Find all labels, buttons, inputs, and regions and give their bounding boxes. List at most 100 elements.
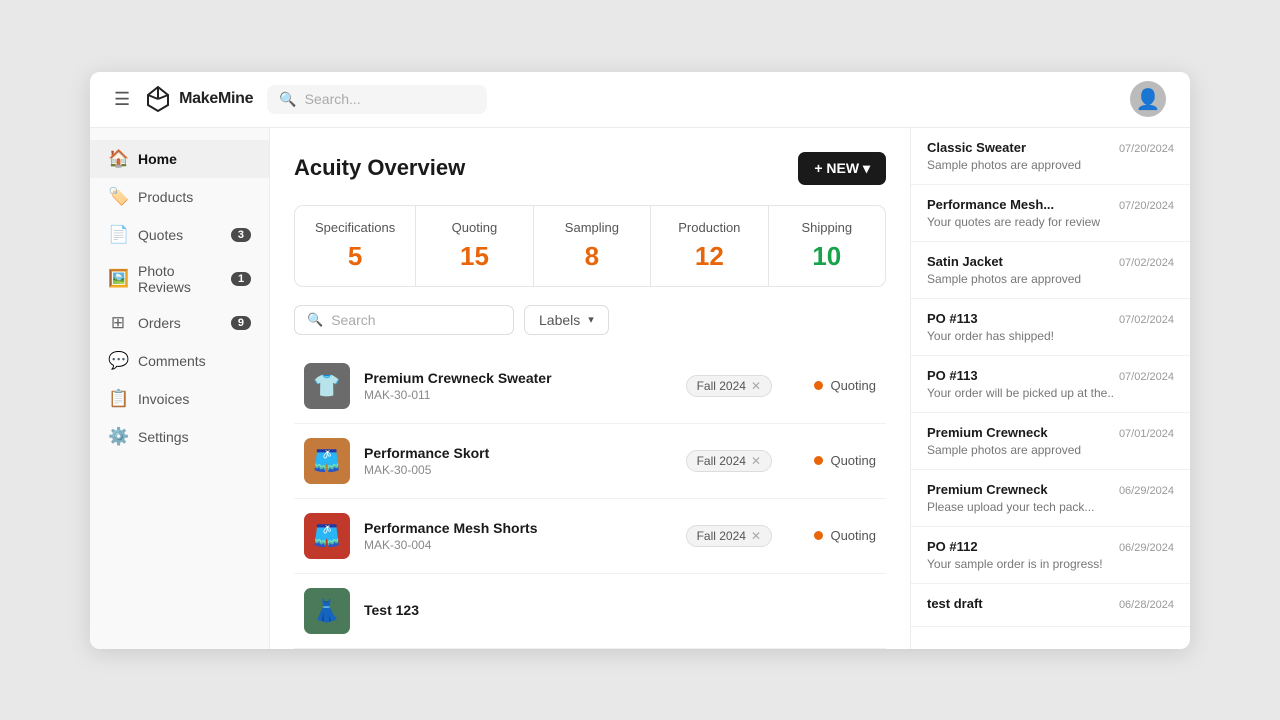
- global-search-bar[interactable]: 🔍: [267, 85, 487, 114]
- notification-header: Performance Mesh... 07/20/2024: [927, 197, 1174, 212]
- labels-filter[interactable]: Labels ▾: [524, 305, 609, 335]
- new-button[interactable]: + NEW ▾: [798, 152, 886, 185]
- status-dot: [814, 456, 823, 465]
- notification-title: Premium Crewneck: [927, 425, 1048, 440]
- sidebar-item-settings[interactable]: ⚙️ Settings: [90, 418, 269, 456]
- notification-title: Satin Jacket: [927, 254, 1003, 269]
- product-sku: MAK-30-004: [364, 538, 672, 552]
- stat-card-quoting[interactable]: Quoting 15: [416, 206, 533, 286]
- stat-card-production[interactable]: Production 12: [651, 206, 768, 286]
- sidebar-item-label: Products: [138, 189, 193, 205]
- home-icon: 🏠: [108, 149, 128, 169]
- status-dot: [814, 381, 823, 390]
- labels-filter-label: Labels: [539, 312, 580, 328]
- notification-header: Classic Sweater 07/20/2024: [927, 140, 1174, 155]
- avatar[interactable]: 👤: [1130, 81, 1166, 117]
- product-status: Quoting: [786, 378, 876, 393]
- invoices-icon: 📋: [108, 389, 128, 409]
- status-dot: [814, 531, 823, 540]
- stat-value: 12: [671, 241, 747, 272]
- list-item[interactable]: Premium Crewneck 07/01/2024 Sample photo…: [911, 413, 1190, 470]
- sidebar-item-products[interactable]: 🏷️ Products: [90, 178, 269, 216]
- product-name: Premium Crewneck Sweater: [364, 370, 672, 386]
- table-row[interactable]: 🩳 Performance Mesh Shorts MAK-30-004 Fal…: [294, 499, 886, 574]
- sidebar-badge-orders: 9: [231, 316, 251, 330]
- sidebar-item-label: Photo Reviews: [138, 263, 221, 295]
- product-info: Performance Skort MAK-30-005: [364, 445, 672, 477]
- notification-desc: Your quotes are ready for review: [927, 215, 1174, 229]
- sidebar-item-home[interactable]: 🏠 Home: [90, 140, 269, 178]
- table-row[interactable]: 🩳 Performance Skort MAK-30-005 Fall 2024…: [294, 424, 886, 499]
- notification-desc: Your order has shipped!: [927, 329, 1174, 343]
- table-row[interactable]: 👗 Test 123: [294, 574, 886, 649]
- notification-desc: Your sample order is in progress!: [927, 557, 1174, 571]
- tag-remove-icon[interactable]: ✕: [751, 454, 761, 468]
- notification-title: Premium Crewneck: [927, 482, 1048, 497]
- product-search-input[interactable]: [331, 312, 501, 328]
- product-tag[interactable]: Fall 2024 ✕: [686, 450, 772, 472]
- sidebar-item-quotes[interactable]: 📄 Quotes 3: [90, 216, 269, 254]
- notification-desc: Sample photos are approved: [927, 272, 1174, 286]
- settings-icon: ⚙️: [108, 427, 128, 447]
- sidebar-item-invoices[interactable]: 📋 Invoices: [90, 380, 269, 418]
- search-filter-icon: 🔍: [307, 312, 323, 328]
- notification-date: 07/02/2024: [1119, 257, 1174, 269]
- list-item[interactable]: Satin Jacket 07/02/2024 Sample photos ar…: [911, 242, 1190, 299]
- app-window: ☰ MakeMine 🔍 👤 🏠 Home: [90, 72, 1190, 649]
- sidebar-badge-quotes: 3: [231, 228, 251, 242]
- table-row[interactable]: 👕 Premium Crewneck Sweater MAK-30-011 Fa…: [294, 349, 886, 424]
- notification-title: PO #113: [927, 368, 978, 383]
- content-area: Acuity Overview + NEW ▾ Specifications 5…: [270, 128, 1190, 649]
- list-item[interactable]: test draft 06/28/2024: [911, 584, 1190, 627]
- sidebar-badge-photo-reviews: 1: [231, 272, 251, 286]
- list-item[interactable]: PO #113 07/02/2024 Your order has shippe…: [911, 299, 1190, 356]
- brand-name: MakeMine: [179, 90, 253, 108]
- notification-desc: Your order will be picked up at the..: [927, 386, 1174, 400]
- orders-icon: ⊞: [108, 313, 128, 333]
- notification-date: 07/01/2024: [1119, 428, 1174, 440]
- photo-reviews-icon: 🖼️: [108, 269, 128, 289]
- topbar: ☰ MakeMine 🔍 👤: [90, 72, 1190, 128]
- main-content: Acuity Overview + NEW ▾ Specifications 5…: [270, 128, 910, 649]
- notification-desc: Please upload your tech pack...: [927, 500, 1174, 514]
- product-tag[interactable]: Fall 2024 ✕: [686, 525, 772, 547]
- stat-card-shipping[interactable]: Shipping 10: [769, 206, 885, 286]
- notification-date: 07/02/2024: [1119, 314, 1174, 326]
- list-item[interactable]: Performance Mesh... 07/20/2024 Your quot…: [911, 185, 1190, 242]
- filters-row: 🔍 Labels ▾: [294, 305, 886, 335]
- comments-icon: 💬: [108, 351, 128, 371]
- stat-card-specifications[interactable]: Specifications 5: [295, 206, 416, 286]
- product-name: Test 123: [364, 602, 668, 618]
- topbar-left: ☰ MakeMine 🔍: [114, 85, 1130, 114]
- notification-title: test draft: [927, 596, 983, 611]
- brand: MakeMine: [144, 85, 253, 113]
- sidebar-item-comments[interactable]: 💬 Comments: [90, 342, 269, 380]
- tag-remove-icon[interactable]: ✕: [751, 529, 761, 543]
- notification-title: PO #112: [927, 539, 978, 554]
- sidebar-item-label: Quotes: [138, 227, 183, 243]
- hamburger-icon[interactable]: ☰: [114, 89, 130, 110]
- product-tag[interactable]: Fall 2024 ✕: [686, 375, 772, 397]
- stat-value: 8: [554, 241, 630, 272]
- list-item[interactable]: Premium Crewneck 06/29/2024 Please uploa…: [911, 470, 1190, 527]
- product-thumbnail: 👕: [304, 363, 350, 409]
- sidebar-item-label: Comments: [138, 353, 206, 369]
- list-item[interactable]: Classic Sweater 07/20/2024 Sample photos…: [911, 128, 1190, 185]
- list-item[interactable]: PO #113 07/02/2024 Your order will be pi…: [911, 356, 1190, 413]
- notification-title: Performance Mesh...: [927, 197, 1054, 212]
- sidebar-item-orders[interactable]: ⊞ Orders 9: [90, 304, 269, 342]
- product-search-bar[interactable]: 🔍: [294, 305, 514, 335]
- sidebar-item-label: Invoices: [138, 391, 189, 407]
- global-search-input[interactable]: [305, 91, 476, 107]
- list-item[interactable]: PO #112 06/29/2024 Your sample order is …: [911, 527, 1190, 584]
- product-thumbnail: 👗: [304, 588, 350, 634]
- product-name: Performance Skort: [364, 445, 672, 461]
- sidebar-item-label: Orders: [138, 315, 181, 331]
- page-title: Acuity Overview: [294, 155, 465, 181]
- main-layout: 🏠 Home 🏷️ Products 📄 Quotes 3 🖼️ Photo R…: [90, 128, 1190, 649]
- product-status: Quoting: [786, 453, 876, 468]
- tag-remove-icon[interactable]: ✕: [751, 379, 761, 393]
- notification-desc: Sample photos are approved: [927, 158, 1174, 172]
- sidebar-item-photo-reviews[interactable]: 🖼️ Photo Reviews 1: [90, 254, 269, 304]
- stat-card-sampling[interactable]: Sampling 8: [534, 206, 651, 286]
